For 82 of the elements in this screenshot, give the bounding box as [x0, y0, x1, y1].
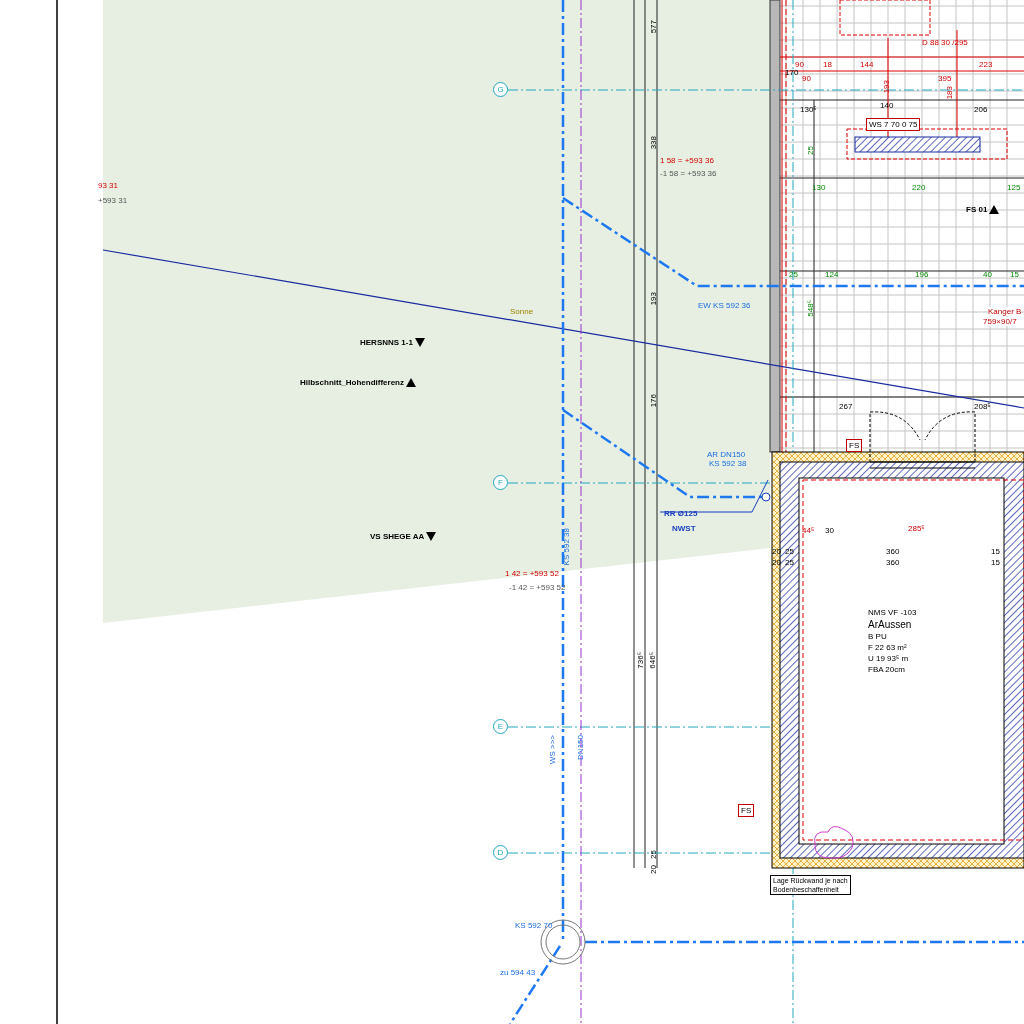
dimension-text: 90 — [802, 74, 811, 83]
dimension-text: 208⁵ — [974, 402, 991, 411]
elevation-text: 93 31 — [98, 181, 119, 190]
dimension-text: 196 — [915, 270, 929, 279]
dimension-text: 15 — [991, 558, 1000, 567]
elevation-text: 1 58 = +593 36 — [660, 156, 714, 165]
pipe-label: zu 594 43 — [500, 968, 536, 977]
elevation-text: -1 42 = +593 52 — [509, 583, 566, 592]
pipe-label: AR DN150 — [707, 450, 746, 459]
dimension-text: 20 — [772, 547, 781, 556]
dimension-text: 130⁵ — [800, 105, 817, 114]
room-name: ArAussen — [868, 620, 913, 630]
dimension-text: 395 — [938, 74, 952, 83]
room-info: FBA 20cm — [868, 666, 906, 674]
annotation-text: Sonne — [510, 307, 534, 316]
dimension-text: 15 — [991, 547, 1000, 556]
elevation-text: 1 42 = +593 52 — [505, 569, 559, 578]
dimension-text: 25 — [650, 850, 658, 859]
elevation-text: +593 31 — [98, 196, 128, 205]
dimension-text: 176 — [650, 393, 658, 407]
dimension-text: 577 — [650, 19, 658, 33]
dimension-text: 25 — [785, 547, 794, 556]
level-triangle-icon — [414, 338, 425, 347]
manhole-drawing — [540, 919, 586, 965]
dimension-text: 25 — [807, 146, 815, 155]
room-info: U 19 93⁵ m — [868, 655, 910, 663]
revision-cloud — [814, 825, 854, 859]
elevation-text: -1 58 = +593 36 — [660, 169, 717, 178]
level-label: HERSNNS 1-1 — [360, 338, 413, 347]
dimension-text: 193 — [650, 291, 658, 305]
pipe-label: EW KS 592 36 — [698, 301, 751, 310]
room-number: NMS VF -103 — [868, 609, 917, 617]
pipe-label: KS 592 38 — [709, 459, 747, 468]
dimension-text: 548⁵ — [807, 300, 815, 317]
dimension-text: 220 — [912, 183, 926, 192]
tag-label: FS — [738, 804, 755, 817]
axis-bubble: D — [493, 845, 508, 860]
dimension-text: 20 — [650, 865, 658, 874]
annotation-text: Kanger B — [988, 307, 1022, 316]
dimension-text: 90 — [795, 60, 804, 69]
dimension-text: 206 — [974, 105, 988, 114]
dimension-text: 130 — [812, 183, 826, 192]
dimension-text: 40 — [983, 270, 992, 279]
pipe-label: RR Ø125 — [664, 509, 698, 518]
level-triangle-icon — [426, 532, 437, 541]
dimension-text: 25 — [785, 558, 794, 567]
level-label: Hilbschnitt_Hohendifferenz — [300, 378, 404, 387]
dimension-text: 44⁵ — [802, 526, 815, 535]
room-info: F 22 63 m² — [868, 644, 908, 652]
annotation-text: 759×90/7 — [983, 317, 1017, 326]
level-label: FS 01 — [966, 205, 988, 214]
pipe-label: KS 592 70 — [515, 921, 553, 930]
pipe-label: DN150 — [577, 735, 585, 760]
room-info: B PU — [868, 633, 888, 641]
dimension-text: 125 — [1007, 183, 1021, 192]
dimension-text: 736⁵ — [637, 652, 645, 669]
pipe-label: KS 592 38 — [563, 528, 571, 566]
tag-label: WS 7 70 0 75 — [866, 118, 921, 131]
level-triangle-icon — [989, 205, 1000, 214]
dimension-text: 646⁵ — [649, 652, 657, 669]
dimension-text: 20 — [772, 558, 781, 567]
dimension-text: 18 — [823, 60, 832, 69]
dimension-text: 285⁵ — [908, 524, 925, 533]
pipe-label: NWST — [672, 524, 696, 533]
dimension-text: 170 — [785, 68, 799, 77]
dimension-text: 223 — [979, 60, 993, 69]
dimension-text: 267 — [839, 402, 853, 411]
dimension-text: 144 — [860, 60, 874, 69]
tag-label: FS — [846, 439, 863, 452]
dimension-text: 338 — [650, 135, 658, 149]
axis-bubble: E — [493, 719, 508, 734]
level-label: VS SHEGE AA — [370, 532, 425, 541]
dimension-text: 193 — [883, 79, 891, 93]
dimension-text: 30 — [825, 526, 834, 535]
dimension-text: 360 — [886, 547, 900, 556]
dimension-text: 124 — [825, 270, 839, 279]
dimension-text: 15 — [1010, 270, 1019, 279]
dimension-text: 183 — [946, 85, 954, 99]
level-triangle-icon — [406, 378, 416, 387]
pipe-label: WS >>> — [549, 735, 557, 765]
dimension-text: 360 — [886, 558, 900, 567]
dimension-text: 25 — [789, 270, 798, 279]
